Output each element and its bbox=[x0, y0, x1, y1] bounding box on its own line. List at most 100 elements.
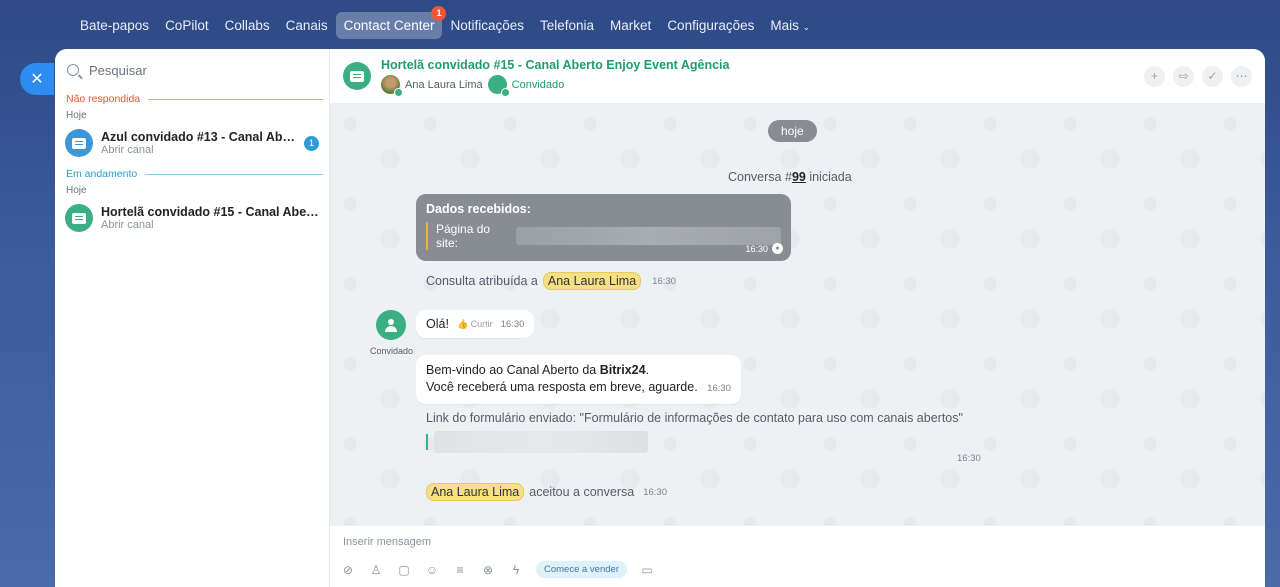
chat-subtitle: Abrir canal bbox=[101, 144, 154, 156]
like-button[interactable]: 👍 Curtir bbox=[457, 319, 493, 330]
nav-item-canais[interactable]: Canais bbox=[278, 12, 336, 39]
finish-button[interactable]: ✓ bbox=[1202, 65, 1223, 87]
form-sent-message: Link do formulário enviado: "Formulário … bbox=[426, 411, 963, 425]
messenger-window: Pesquisar Não respondida Hoje Azul convi… bbox=[55, 49, 1265, 587]
guest-avatar[interactable] bbox=[487, 75, 510, 97]
user-icon[interactable]: ♙ bbox=[368, 562, 384, 578]
chat-header-text: Hortelã convidado #15 - Canal Aberto Enj… bbox=[381, 58, 1134, 97]
window-icon[interactable]: ▭ bbox=[639, 562, 655, 578]
divider bbox=[148, 98, 323, 100]
message-line: Você receberá uma resposta em breve, agu… bbox=[426, 379, 731, 397]
nav-item-contact-center[interactable]: Contact Center 1 bbox=[335, 5, 447, 39]
person-icon bbox=[385, 318, 397, 332]
divider bbox=[145, 173, 323, 175]
message-bubble: Bem-vindo ao Canal Aberto da Bitrix24. V… bbox=[416, 355, 741, 404]
chevron-down-icon: ⌄ bbox=[802, 21, 811, 32]
nav-item-telefonia[interactable]: Telefonia bbox=[532, 12, 602, 39]
search-input[interactable]: Pesquisar bbox=[89, 63, 147, 78]
message-time: 16:30 bbox=[643, 486, 667, 498]
search-icon bbox=[67, 64, 79, 76]
redacted-link bbox=[434, 431, 648, 453]
message-input[interactable]: Inserir mensagem bbox=[343, 536, 431, 548]
nav-item-mais[interactable]: Mais ⌄ bbox=[762, 12, 818, 39]
header-actions: + ⇨ ✓ ⋯ bbox=[1144, 65, 1252, 87]
lightning-icon[interactable]: ϟ bbox=[508, 562, 524, 578]
open-channel-icon bbox=[350, 70, 364, 82]
nav-item-market[interactable]: Market bbox=[602, 12, 659, 39]
conversation-started: Conversa #99 iniciada bbox=[728, 170, 852, 184]
message-time: 16:30 bbox=[745, 243, 768, 254]
quote-bar bbox=[426, 434, 428, 450]
group-header-unanswered: Não respondida bbox=[55, 91, 329, 107]
participants: Ana Laura Lima Convidado bbox=[381, 75, 1134, 97]
unread-count-badge: 1 bbox=[304, 135, 319, 151]
system-text: aceitou a conversa bbox=[529, 485, 635, 499]
redacted-value bbox=[516, 227, 781, 245]
chat-text: Hortelã convidado #15 - Canal Aberto ...… bbox=[101, 205, 319, 231]
message-bubble: Olá! 👍 Curtir 16:30 bbox=[416, 310, 535, 338]
nav-item-configuracoes[interactable]: Configurações bbox=[659, 12, 762, 39]
chat-title[interactable]: Hortelã convidado #15 - Canal Aberto Enj… bbox=[381, 58, 1134, 72]
chat-sidebar: Pesquisar Não respondida Hoje Azul convi… bbox=[55, 49, 330, 587]
data-quote: Página do site: bbox=[426, 222, 781, 250]
chat-list-item[interactable]: Hortelã convidado #15 - Canal Aberto ...… bbox=[55, 199, 329, 237]
start-selling-button[interactable]: Comece a vender bbox=[536, 561, 627, 578]
message-text: Olá! bbox=[426, 317, 449, 331]
chat-avatar[interactable] bbox=[343, 62, 371, 90]
user-mention[interactable]: Ana Laura Lima bbox=[426, 483, 525, 501]
data-label: Página do site: bbox=[436, 222, 491, 250]
nav-item-collabs[interactable]: Collabs bbox=[217, 12, 278, 39]
form-link-preview[interactable] bbox=[426, 431, 648, 453]
nav-item-notificacoes[interactable]: Notificações bbox=[442, 12, 532, 39]
conversation-number-link[interactable]: 99 bbox=[792, 170, 806, 184]
composer-toolbar: ⊘ ♙ ▢ ☺ ≡ ⊗ ϟ Comece a vender ▭ bbox=[340, 561, 655, 578]
message-text: Você receberá uma resposta em breve, agu… bbox=[426, 380, 698, 394]
chat-list-item[interactable]: Azul convidado #13 - Canal Aberto ... Ab… bbox=[55, 124, 329, 162]
date-divider: hoje bbox=[768, 120, 817, 142]
accepted-message: Ana Laura Lima aceitou a conversa 16:30 bbox=[426, 483, 667, 501]
group-title: Não respondida bbox=[66, 93, 141, 105]
list-icon[interactable]: ≡ bbox=[452, 562, 468, 578]
chat-title: Azul convidado #13 - Canal Aberto ... bbox=[101, 130, 296, 144]
operator-avatar[interactable] bbox=[381, 75, 403, 97]
message-time: 16:30 bbox=[957, 453, 981, 464]
top-navigation: Bate-papos CoPilot Collabs Canais Contac… bbox=[72, 5, 818, 40]
group-title: Em andamento bbox=[66, 168, 138, 180]
operator-name[interactable]: Ana Laura Lima bbox=[405, 79, 483, 91]
nav-item-bate-papos[interactable]: Bate-papos bbox=[72, 12, 157, 39]
nav-item-label: Mais bbox=[770, 17, 799, 33]
day-label: Hoje bbox=[66, 110, 87, 121]
assignment-message: Consulta atribuída a Ana Laura Lima 16:3… bbox=[426, 272, 676, 290]
transfer-button[interactable]: ⇨ bbox=[1173, 65, 1194, 87]
message-line: Bem-vindo ao Canal Aberto da Bitrix24. bbox=[426, 362, 731, 379]
nav-item-copilot[interactable]: CoPilot bbox=[157, 12, 217, 39]
received-data-message: Dados recebidos: Página do site: 16:30 ● bbox=[416, 194, 791, 261]
guest-avatar[interactable] bbox=[376, 310, 406, 340]
user-mention[interactable]: Ana Laura Lima bbox=[542, 272, 642, 290]
hide-icon[interactable]: ⊗ bbox=[480, 562, 496, 578]
emoji-icon[interactable]: ☺ bbox=[424, 562, 440, 578]
message-time: 16:30 bbox=[500, 318, 525, 330]
attach-icon[interactable]: ⊘ bbox=[340, 562, 356, 578]
system-text: Consulta atribuída a bbox=[426, 274, 538, 288]
sender-label: Convidado bbox=[370, 346, 414, 356]
system-text: Conversa # bbox=[728, 170, 792, 184]
message-area: hoje Conversa #99 iniciada Dados recebid… bbox=[330, 104, 1265, 525]
chat-text: Azul convidado #13 - Canal Aberto ... Ab… bbox=[101, 130, 296, 156]
close-button[interactable]: ✕ bbox=[20, 63, 54, 95]
like-label: Curtir bbox=[470, 318, 493, 329]
message-title: Dados recebidos: bbox=[426, 202, 531, 216]
form-icon[interactable]: ▢ bbox=[396, 562, 412, 578]
close-icon: ✕ bbox=[30, 71, 44, 88]
chat-avatar bbox=[65, 129, 93, 157]
lock-icon: ● bbox=[772, 243, 783, 254]
add-user-button[interactable]: + bbox=[1144, 65, 1165, 87]
group-header-in-progress: Em andamento bbox=[55, 166, 329, 182]
message-composer: Inserir mensagem ⊘ ♙ ▢ ☺ ≡ ⊗ ϟ Comece a … bbox=[330, 525, 1265, 587]
more-button[interactable]: ⋯ bbox=[1231, 65, 1252, 87]
search-bar[interactable]: Pesquisar bbox=[55, 49, 329, 91]
guest-name[interactable]: Convidado bbox=[512, 79, 565, 91]
message-text: . bbox=[645, 363, 650, 377]
message-time: 16:30 bbox=[652, 275, 676, 287]
system-text: iniciada bbox=[805, 170, 852, 184]
